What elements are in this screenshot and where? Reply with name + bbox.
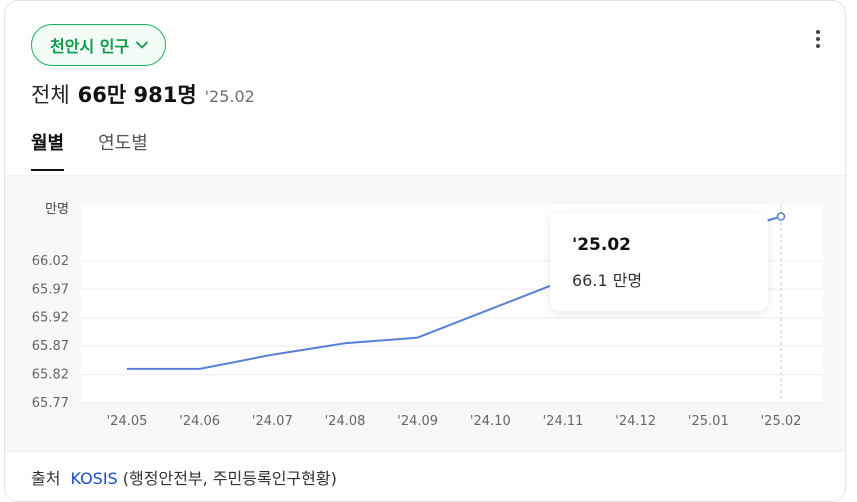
region-select-label: 천안시 인구 (50, 37, 130, 56)
x-tick-label: '25.02 (761, 414, 802, 429)
tab-monthly[interactable]: 월별 (31, 129, 65, 171)
source-detail-wrap: KOSIS (행정안전부, 주민등록인구현황) (70, 465, 336, 489)
x-tick-label: '24.05 (107, 414, 148, 429)
x-tick-label: '24.10 (470, 414, 511, 429)
population-headline: 전체 66만 981명 '25.02 (31, 79, 255, 109)
y-tick-label: 65.87 (32, 339, 69, 354)
chart-tooltip: '25.02 66.1 만명 (550, 213, 768, 311)
y-tick-label: 65.92 (32, 311, 69, 326)
chart-area: 65.77 65.82 65.87 65.92 65.97 66.02 만명 '24.05 '2… (5, 175, 845, 452)
headline-date: '25.02 (204, 87, 255, 106)
x-tick-label: '24.07 (252, 414, 293, 429)
y-tick-label: 65.97 (32, 282, 69, 297)
chevron-down-icon (136, 41, 149, 49)
period-tabs: 월별 연도별 (31, 129, 148, 171)
tooltip-date: '25.02 (572, 235, 631, 255)
source-link[interactable]: KOSIS (70, 469, 117, 488)
headline-label: 전체 (31, 83, 70, 107)
population-card: 천안시 인구 전체 66만 981명 '25.02 월별 연도별 65.77 65… (4, 0, 846, 502)
highlight-point (776, 212, 786, 221)
x-tick-label: '24.12 (615, 414, 656, 429)
tab-yearly[interactable]: 연도별 (98, 129, 148, 171)
source-detail: (행정안전부, 주민등록인구현황) (122, 468, 337, 488)
y-unit-label: 만명 (45, 202, 69, 217)
headline-value: 66만 981명 (77, 83, 197, 107)
more-options-icon[interactable] (807, 27, 829, 51)
source-footer: 출처 KOSIS (행정안전부, 주민등록인구현황) (5, 451, 845, 501)
x-tick-label: '24.08 (325, 414, 366, 429)
tooltip-value: 66.1 만명 (572, 271, 643, 290)
y-tick-label: 66.02 (32, 254, 69, 269)
source-label: 출처 (31, 468, 61, 488)
x-tick-label: '24.06 (179, 414, 220, 429)
y-tick-label: 65.82 (32, 368, 69, 383)
region-select-chip[interactable]: 천안시 인구 (31, 24, 167, 66)
x-tick-label: '24.09 (397, 414, 438, 429)
x-tick-label: '25.01 (688, 414, 729, 429)
x-tick-label: '24.11 (543, 414, 584, 429)
y-tick-label: 65.77 (32, 396, 69, 411)
